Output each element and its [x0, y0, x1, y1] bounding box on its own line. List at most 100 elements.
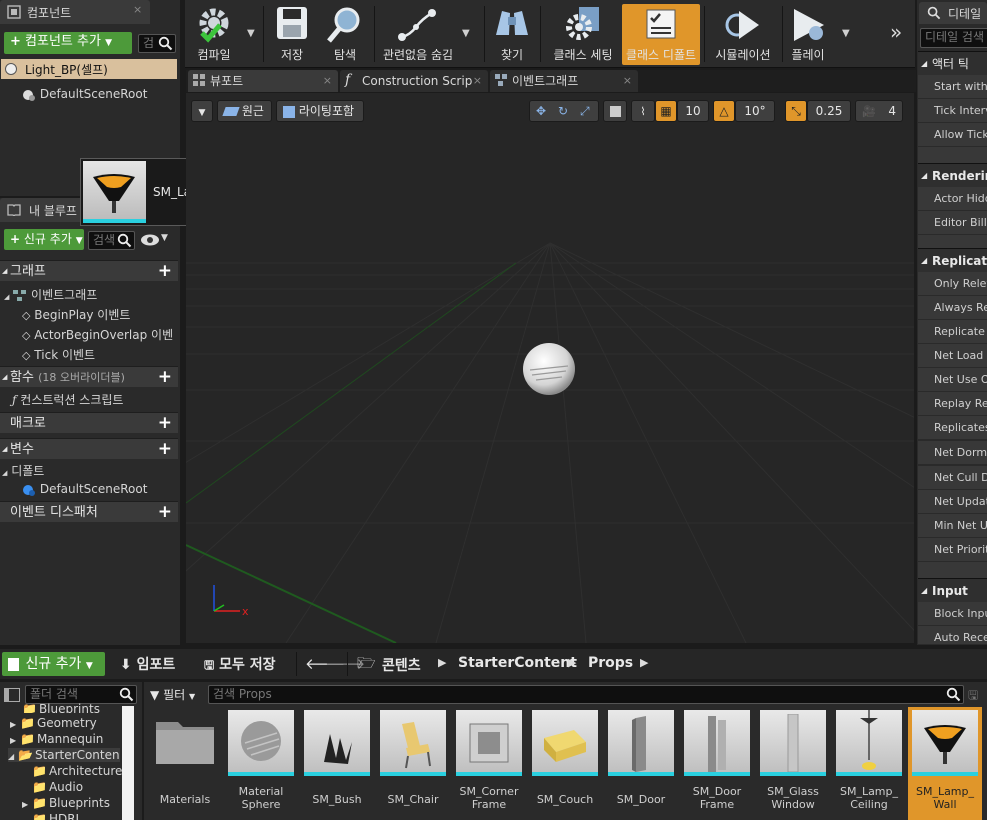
perspective-button[interactable]: 원근 — [217, 100, 272, 122]
surface-snap-button[interactable]: ⌇ — [631, 100, 655, 122]
compile-button[interactable]: 컴파일 — [189, 3, 239, 65]
folder-startercontent[interactable]: ◢ 📂 StarterConten — [8, 748, 120, 762]
asset-tile[interactable]: SM_Couch — [532, 710, 598, 820]
folder-architecture[interactable]: 📁 Architecture — [32, 764, 122, 778]
event-item-beginplay[interactable]: ◇ BeginPlay 이벤트 — [22, 306, 130, 323]
default-scene-root-variable[interactable]: DefaultSceneRoot — [22, 482, 147, 497]
lighting-mode-button[interactable]: 라이팅포함 — [276, 100, 364, 122]
blueprint-search-input[interactable]: 검색 — [88, 231, 135, 250]
components-tab[interactable]: 컴포넌트 × — [0, 0, 150, 24]
find-button[interactable]: 찾기 — [488, 3, 536, 65]
construction-script-item[interactable]: ƒ 컨스트럭션 스크립트 — [12, 391, 123, 408]
add-new-button[interactable]: + 신규 추가 ▼ — [4, 229, 84, 250]
folder-audio[interactable]: 📁 Audio — [32, 780, 83, 794]
component-root-row[interactable]: Light_BP(셀프) — [1, 59, 177, 79]
asset-tile[interactable]: SM_Chair — [380, 710, 446, 820]
details-section-rendering[interactable]: ◢ Rendering — [918, 163, 987, 187]
asset-tile[interactable]: SM_Door Frame — [684, 710, 750, 820]
tab-construction-script[interactable]: f Construction Scrip × — [340, 70, 488, 92]
details-section-input[interactable]: ◢ Input — [918, 578, 987, 602]
close-icon[interactable]: × — [323, 70, 332, 92]
level-viewport[interactable]: ▼ 원근 라이팅포함 ✥ ↻ ⤢ ⌇ ▦ 10 △ 10° ⤡ 0.25 🎥 4 — [186, 93, 914, 643]
add-variable-icon[interactable]: + — [158, 439, 172, 460]
hide-unrelated-options-arrow[interactable]: ▼ — [462, 28, 470, 39]
camera-speed-button[interactable]: 🎥 4 — [855, 100, 903, 122]
eye-icon[interactable] — [140, 233, 160, 247]
asset-tile[interactable]: SM_Glass Window — [760, 710, 826, 820]
simulation-button[interactable]: 시뮬레이션 — [708, 3, 778, 65]
scale-snap-value[interactable]: 0.25 — [807, 100, 851, 122]
transform-tools-group[interactable]: ✥ ↻ ⤢ — [529, 100, 599, 122]
cb-import-button[interactable]: ⬇ 임포트 — [120, 654, 175, 674]
folder-sub-blueprints[interactable]: ▶ 📁 Blueprints — [22, 796, 110, 810]
browse-button[interactable]: 탐색 — [320, 3, 370, 65]
viewport-options-button[interactable]: ▼ — [191, 100, 213, 122]
asset-tile[interactable]: Materials — [152, 710, 218, 820]
tab-viewport[interactable]: 뷰포트 × — [188, 70, 338, 92]
rotate-icon[interactable]: ↻ — [558, 101, 568, 121]
cb-add-new-button[interactable]: 신규 추가 ▼ — [2, 652, 105, 676]
event-item-tick[interactable]: ◇ Tick 이벤트 — [22, 346, 95, 363]
rotation-snap-toggle[interactable]: △ — [713, 100, 735, 122]
play-button[interactable]: 플레이 — [786, 3, 830, 65]
close-icon[interactable]: × — [623, 70, 632, 92]
add-component-button[interactable]: + 컴포넌트 추가 ▼ — [4, 32, 132, 54]
breadcrumb-separator-icon[interactable]: ▶ — [640, 656, 648, 669]
asset-tile-selected[interactable]: SM_Lamp_ Wall — [908, 707, 982, 820]
cb-save-all-button[interactable]: 🖫 모두 저장 — [204, 654, 276, 677]
asset-tile[interactable]: SM_Door — [608, 710, 674, 820]
breadcrumb-content[interactable]: 콘텐츠 — [382, 655, 421, 675]
class-defaults-button[interactable]: 클래스 디폴트 — [622, 4, 700, 65]
asset-tile[interactable]: SM_Lamp_ Ceiling — [836, 710, 902, 820]
hide-unrelated-button[interactable]: 관련없음 숨김 — [378, 3, 458, 65]
components-search-input[interactable]: 검 — [138, 34, 176, 53]
folder-blueprints[interactable]: 📁 Blueprints — [22, 702, 100, 713]
close-icon[interactable]: × — [133, 3, 142, 16]
details-section-replication[interactable]: ◢ Replication — [918, 248, 987, 272]
folder-tree-scrollbar[interactable] — [122, 706, 134, 820]
scale-snap-toggle[interactable]: ⤡ — [785, 100, 807, 122]
components-category[interactable]: ◢ 디폴트 — [2, 462, 44, 479]
asset-tile[interactable]: Material Sphere — [228, 710, 294, 820]
breadcrumb-separator-icon[interactable]: ▶ — [438, 656, 446, 669]
event-graph-item[interactable]: ◢ 이벤트그래프 — [4, 286, 97, 303]
details-section-actor-tick[interactable]: ◢ 액터 틱 — [918, 51, 987, 75]
compile-options-arrow[interactable]: ▼ — [247, 28, 255, 39]
breadcrumb-props[interactable]: Props — [588, 655, 633, 671]
variables-section-header[interactable]: ◢ 변수 + — [0, 438, 178, 459]
chevron-down-icon[interactable]: ▼ — [161, 233, 168, 243]
macros-section-header[interactable]: 매크로 + — [0, 412, 178, 433]
add-graph-icon[interactable]: + — [158, 261, 172, 282]
class-settings-button[interactable]: 클래스 세팅 — [544, 3, 622, 65]
details-tab[interactable]: 디테일 — [919, 2, 987, 24]
breadcrumb-startercontent[interactable]: StarterContent — [458, 655, 577, 671]
tab-event-graph[interactable]: 이벤트그래프 × — [490, 70, 638, 92]
add-function-icon[interactable]: + — [158, 367, 172, 388]
close-icon[interactable]: × — [473, 70, 482, 92]
filter-button[interactable]: ▼ 필터 ▼ — [150, 686, 195, 703]
asset-tile[interactable]: SM_Bush — [304, 710, 370, 820]
translate-icon[interactable]: ✥ — [536, 101, 546, 121]
scene-root-sphere[interactable] — [522, 342, 576, 396]
asset-search-input[interactable]: 검색 Props — [208, 685, 964, 704]
functions-section-header[interactable]: ◢ 함수 (18 오버라이더블) + — [0, 366, 178, 387]
breadcrumb-separator-icon[interactable]: ▶ — [568, 656, 576, 669]
grid-snap-value[interactable]: 10 — [677, 100, 709, 122]
play-options-arrow[interactable]: ▼ — [842, 28, 850, 39]
sources-panel-toggle[interactable] — [4, 688, 20, 702]
folder-mannequin[interactable]: ▶ 📁 Mannequin — [10, 732, 103, 746]
add-macro-icon[interactable]: + — [158, 413, 172, 434]
details-search-input[interactable]: 디테일 검색 — [920, 28, 987, 48]
save-button[interactable]: 저장 — [269, 3, 315, 65]
folder-geometry[interactable]: ▶ 📁 Geometry — [10, 716, 97, 730]
folder-hdri[interactable]: 📁 HDRI — [32, 812, 79, 820]
save-search-icon[interactable]: 🖫 — [968, 686, 978, 707]
dispatchers-section-header[interactable]: 이벤트 디스패처 + — [0, 501, 178, 522]
grid-snap-toggle[interactable]: ▦ — [655, 100, 677, 122]
add-dispatcher-icon[interactable]: + — [158, 502, 172, 523]
world-local-toggle[interactable] — [603, 100, 627, 122]
component-child-row[interactable]: DefaultSceneRoot — [22, 87, 147, 102]
asset-tile[interactable]: SM_Corner Frame — [456, 710, 522, 820]
scale-icon[interactable]: ⤢ — [580, 101, 590, 121]
graph-section-header[interactable]: ◢ 그래프 + — [0, 260, 178, 281]
